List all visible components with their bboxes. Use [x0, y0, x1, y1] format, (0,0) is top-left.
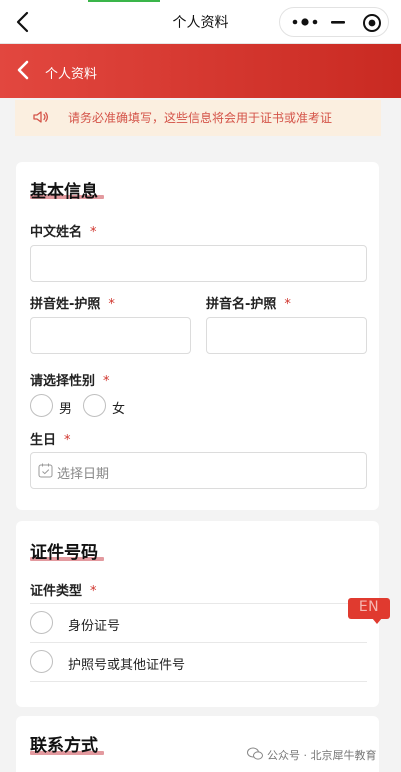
gender-female-radio[interactable]	[83, 394, 106, 417]
section-title-basic: 基本信息	[30, 182, 98, 202]
section-title-contact: 联系方式	[30, 736, 98, 756]
loading-indicator	[88, 0, 160, 2]
language-label: EN	[358, 599, 380, 615]
option-divider	[30, 642, 367, 643]
given-name-label: 拼音名-护照 *	[206, 297, 291, 312]
birthday-label: 生日 *	[30, 433, 71, 448]
id-number-card: 证件号码 证件类型 * 身份证号 护照号或其他证件号	[16, 521, 379, 707]
gender-female-label[interactable]: 女	[112, 398, 125, 417]
surname-label: 拼音姓-护照 *	[30, 297, 115, 312]
calendar-icon	[38, 463, 53, 478]
gender-male-label[interactable]: 男	[59, 398, 72, 417]
notice-bar: 请务必准确填写，这些信息将会用于证书或准考证	[15, 100, 381, 136]
required-mark: *	[103, 374, 110, 389]
required-mark: *	[284, 297, 291, 312]
id-type-idcard-radio[interactable]	[30, 611, 53, 634]
header-title: 个人资料	[45, 67, 98, 82]
id-type-label: 证件类型 *	[30, 584, 97, 599]
option-divider	[30, 603, 367, 604]
required-mark: *	[90, 584, 97, 599]
required-mark: *	[64, 433, 71, 448]
close-target-icon[interactable]	[362, 13, 382, 33]
wechat-icon	[247, 747, 263, 760]
option-divider	[30, 681, 367, 682]
more-dots-icon[interactable]	[290, 15, 320, 29]
page-header: 个人资料	[0, 44, 401, 98]
id-type-idcard-label[interactable]: 身份证号	[68, 615, 120, 634]
watermark-text: 公众号 · 北京犀牛教育	[267, 749, 377, 762]
birthday-placeholder: 选择日期	[57, 467, 110, 482]
badge-tail	[372, 618, 382, 624]
id-type-passport-radio[interactable]	[30, 650, 53, 673]
chinese-name-label: 中文姓名 *	[30, 225, 97, 240]
language-switch-button[interactable]: EN	[348, 598, 390, 624]
required-mark: *	[90, 225, 97, 240]
required-mark: *	[108, 297, 115, 312]
chinese-name-input[interactable]	[30, 245, 367, 282]
section-title-id: 证件号码	[30, 543, 98, 563]
top-navbar: 个人资料	[0, 0, 401, 44]
basic-info-card: 基本信息 中文姓名 * 拼音姓-护照 * 拼音名-护照 * 请选择性别 * 男 女 生日…	[16, 162, 379, 510]
given-name-input[interactable]	[206, 317, 367, 354]
gender-label: 请选择性别 *	[30, 374, 110, 389]
gender-male-radio[interactable]	[30, 394, 53, 417]
id-type-passport-label[interactable]: 护照号或其他证件号	[68, 654, 185, 673]
header-back-icon[interactable]	[14, 60, 32, 80]
minimize-icon[interactable]	[330, 14, 346, 30]
notice-text: 请务必准确填写，这些信息将会用于证书或准考证	[68, 111, 333, 125]
surname-input[interactable]	[30, 317, 191, 354]
mini-program-capsule	[279, 7, 389, 37]
birthday-date-picker[interactable]: 选择日期	[30, 452, 367, 489]
contact-card: 联系方式	[16, 716, 379, 772]
speaker-icon	[33, 111, 49, 123]
